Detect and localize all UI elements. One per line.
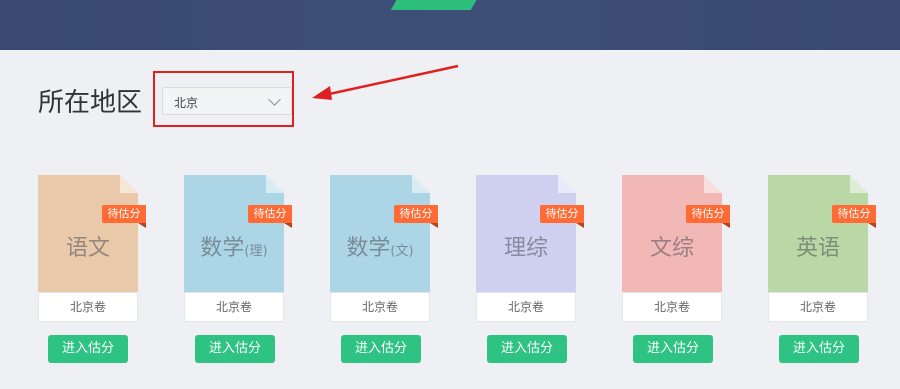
paper-label: 北京卷 xyxy=(622,292,722,322)
banner-graphic xyxy=(390,0,490,10)
header-banner xyxy=(0,0,900,50)
enter-estimate-button[interactable]: 进入估分 xyxy=(195,335,275,363)
enter-estimate-button[interactable]: 进入估分 xyxy=(341,335,421,363)
enter-estimate-button[interactable]: 进入估分 xyxy=(633,335,713,363)
subject-name: 理综 xyxy=(503,236,548,261)
subject-name: 文综 xyxy=(649,236,694,261)
status-badge: 待估分 xyxy=(102,205,146,228)
subject-doc-icon: 语文 xyxy=(38,175,138,292)
paper-label: 北京卷 xyxy=(476,292,576,322)
subject-doc-icon: 数学(文) xyxy=(330,175,430,292)
chevron-down-icon xyxy=(268,93,281,106)
subject-variant: (理) xyxy=(244,244,268,259)
paper-label: 北京卷 xyxy=(184,292,284,322)
status-badge: 待估分 xyxy=(248,205,292,228)
status-badge: 待估分 xyxy=(394,205,438,228)
paper-label: 北京卷 xyxy=(768,292,868,322)
subject-doc-icon: 英语 xyxy=(768,175,868,292)
status-badge: 待估分 xyxy=(686,205,730,228)
subject-doc-icon: 文综 xyxy=(622,175,722,292)
paper-label: 北京卷 xyxy=(330,292,430,322)
subject-variant: (文) xyxy=(390,244,414,259)
annotation-arrow-icon xyxy=(312,64,459,100)
subject-doc-icon: 理综 xyxy=(476,175,576,292)
subject-card: 文综 待估分 北京卷 xyxy=(622,175,730,322)
enter-estimate-button[interactable]: 进入估分 xyxy=(48,335,128,363)
subject-card: 数学(文) 待估分 北京卷 xyxy=(330,175,438,322)
subject-name: 英语 xyxy=(795,236,840,261)
subject-name: 数学 xyxy=(200,236,245,261)
subject-name: 语文 xyxy=(65,236,110,261)
region-label: 所在地区 xyxy=(38,88,143,118)
region-select[interactable]: 北京 xyxy=(162,87,292,115)
enter-estimate-button[interactable]: 进入估分 xyxy=(779,335,859,363)
enter-estimate-button[interactable]: 进入估分 xyxy=(487,335,567,363)
paper-label: 北京卷 xyxy=(38,292,138,322)
status-badge: 待估分 xyxy=(540,205,584,228)
subject-card: 数学(理) 待估分 北京卷 xyxy=(184,175,292,322)
status-badge: 待估分 xyxy=(832,205,876,228)
subject-name: 数学 xyxy=(346,236,391,261)
subject-card: 英语 待估分 北京卷 xyxy=(768,175,876,322)
subject-doc-icon: 数学(理) xyxy=(184,175,284,292)
region-select-value: 北京 xyxy=(174,96,199,110)
subject-card: 语文 待估分 北京卷 xyxy=(38,175,146,322)
subject-card: 理综 待估分 北京卷 xyxy=(476,175,584,322)
